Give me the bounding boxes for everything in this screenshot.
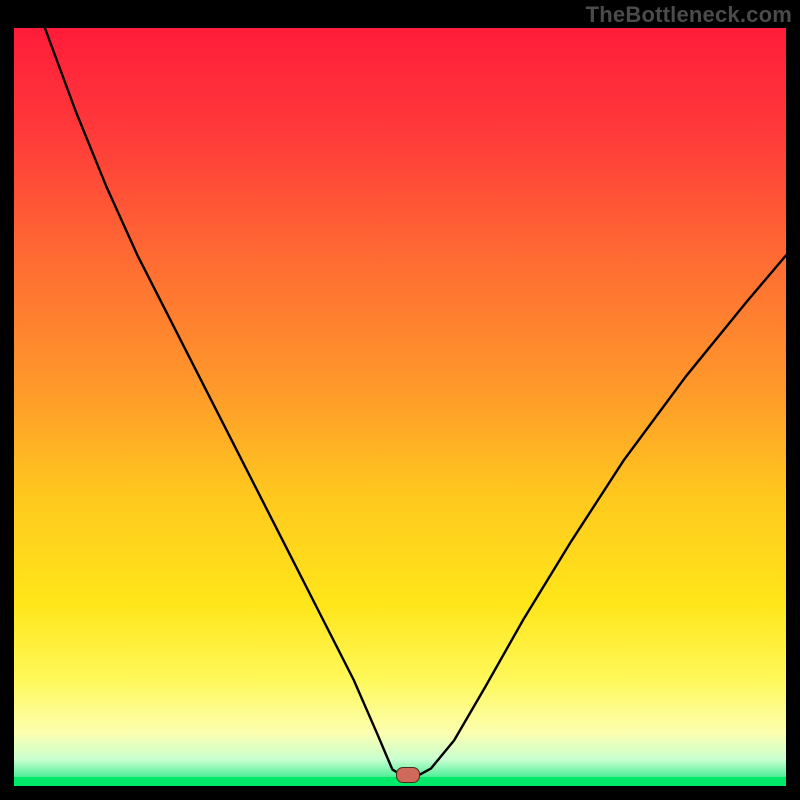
optimal-point-marker xyxy=(396,767,420,783)
chart-area xyxy=(14,28,786,786)
watermark-text: TheBottleneck.com xyxy=(586,2,792,28)
gradient-background xyxy=(14,28,786,786)
bottleneck-chart xyxy=(14,28,786,786)
app-frame: TheBottleneck.com xyxy=(0,0,800,800)
